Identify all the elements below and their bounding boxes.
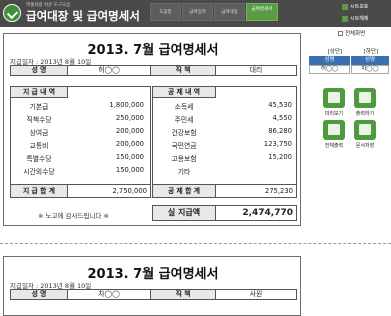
protect-sheet-button[interactable]: 시트보호 [340,2,391,12]
deduction-header: 공 제 내 역 [152,86,216,98]
position-value: 사원 [215,289,297,300]
deduction-item-value: 123,750 [263,140,292,148]
preview-button[interactable] [323,88,345,108]
lower-name-header: 성명 [351,56,389,65]
protect-sheet-label: 시트보호 [350,4,369,10]
fullscreen-label: 전체화면 [345,31,366,37]
cut-line [0,243,391,244]
name-value: 차◯◯ [67,289,151,300]
pay-item-label: 시간외수당 [23,168,55,176]
position-label: 직 책 [150,289,216,300]
pay-item-label: 교통비 [29,142,49,150]
deduction-item-label: 건강보험 [171,129,197,137]
pay-total-label: 지 급 합 계 [10,184,68,198]
deduction-item-label: 기타 [177,168,191,176]
app-title: 급여대장 및 급여명세서 [26,9,140,23]
save-document-button[interactable] [354,120,376,140]
pay-item-label: 특별수당 [26,155,52,163]
net-pay-value: 2,474,770 [215,205,297,221]
pay-item-label: 직책수당 [26,116,52,124]
pay-item-value: 150,000 [115,153,144,161]
pay-item-value: 1,800,000 [109,101,144,109]
tab-help[interactable]: 도움말 [150,3,181,21]
save-icon [359,124,371,135]
save-document-label: 문서저장 [355,143,375,149]
checkbox-icon [338,31,343,36]
print-label: 출력하기 [355,111,375,117]
deduction-item-label: 고용보험 [171,155,197,163]
logo-icon [3,4,21,22]
deduction-item-label: 주민세 [174,116,194,124]
tab-salary-input[interactable]: 급여입력 [182,3,213,21]
deduction-total-label: 공 제 합 계 [152,184,216,198]
deduction-item-value: 45,530 [268,101,292,109]
pay-item-label: 기본급 [29,103,49,111]
app-header: 엑셀처럼 쉬운 도구모음 급여대장 및 급여명세서 도움말 급여입력 급여대장 … [0,0,391,27]
name-value: 허◯◯ [67,65,151,76]
print-all-label: 전체출력 [324,143,344,149]
deduction-total-value: 275,230 [215,184,297,198]
position-label: 직 책 [150,65,216,76]
deduction-item-value: 86,280 [268,127,292,135]
pay-total-value: 2,750,000 [67,184,151,198]
deduction-item-label: 소득세 [174,103,194,111]
position-value: 대리 [215,65,297,76]
upper-name-select[interactable]: 허◯◯ [309,65,350,74]
pay-item-value: 250,000 [115,114,144,122]
deduction-item-value: 4,550 [272,114,292,122]
pay-item-label: 상여금 [29,129,49,137]
tab-salary-ledger[interactable]: 급여대장 [214,3,245,21]
unprotect-sheet-label: 시트해제 [350,16,369,22]
pay-item-value: 200,000 [115,127,144,135]
preview-label: 미리보기 [324,111,344,117]
lock-icon [342,4,348,10]
lower-name-select[interactable]: 차◯◯ [351,65,389,74]
unprotect-sheet-button[interactable]: 시트해제 [340,14,391,24]
pay-item-value: 150,000 [115,166,144,174]
thanks-note: ※ 노고에 감사드립니다 ※ [38,212,109,220]
name-label: 성 명 [10,65,68,76]
unlock-icon [342,16,348,22]
name-label: 성 명 [10,289,68,300]
pay-slip: 2013. 7월 급여명세서 지급일자 : 2013년 8월 10일 성 명 허… [3,33,301,226]
net-pay-label: 실 지급액 [152,205,216,221]
tab-pay-slip[interactable]: 급여명세서 [246,3,278,21]
upper-slip-label: [상단] [327,49,343,55]
pay-slip-lower: 2013. 7월 급여명세서 지급일자 : 2013년 8월 10일 성 명 차… [3,256,301,316]
upper-name-header: 성명 [309,56,350,65]
pay-item-value: 200,000 [115,140,144,148]
pay-header: 지 급 내 역 [10,86,68,98]
print-button[interactable] [354,88,376,108]
lower-slip-label: [하단] [363,49,379,55]
deduction-item-label: 국민연금 [171,142,197,150]
preview-icon [328,92,340,103]
deduction-item-value: 15,200 [268,153,292,161]
print-all-button[interactable] [323,120,345,140]
print-all-icon [328,124,340,135]
print-icon [359,92,371,103]
fullscreen-checkbox[interactable]: 전체화면 [338,29,365,37]
